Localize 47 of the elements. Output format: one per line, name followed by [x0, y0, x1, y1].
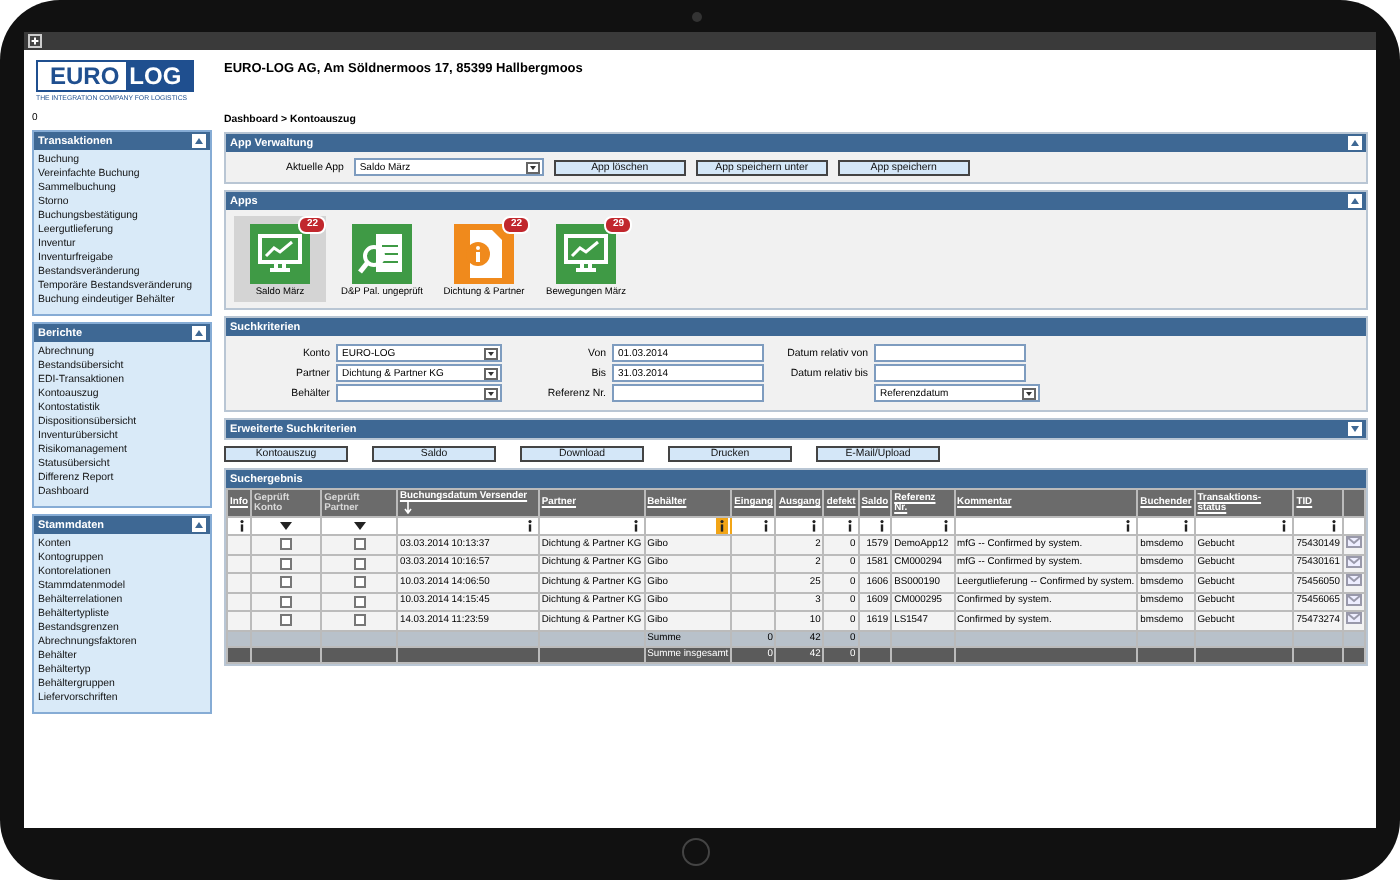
input-field[interactable]	[612, 384, 764, 402]
collapse-icon[interactable]	[1348, 194, 1362, 208]
input-field[interactable]	[874, 364, 1026, 382]
mail-icon[interactable]	[1345, 593, 1362, 606]
info-icon[interactable]	[716, 518, 729, 534]
expand-icon[interactable]	[1348, 422, 1362, 436]
dropdown-arrow-icon[interactable]	[353, 522, 366, 530]
input-field[interactable]	[874, 344, 1026, 362]
checkbox[interactable]	[353, 576, 366, 589]
dropdown-arrow-icon[interactable]	[280, 522, 293, 530]
info-icon[interactable]	[1278, 518, 1291, 534]
info-icon[interactable]	[760, 518, 773, 534]
collapse-icon[interactable]	[1348, 136, 1362, 150]
info-icon[interactable]	[629, 518, 642, 534]
collapse-icon[interactable]	[192, 326, 206, 340]
caret-icon	[1022, 387, 1036, 399]
collapse-icon[interactable]	[192, 134, 206, 148]
info-icon[interactable]	[843, 518, 856, 534]
info-icon[interactable]	[939, 518, 952, 534]
mail-icon[interactable]	[1345, 555, 1362, 568]
checkbox[interactable]	[280, 595, 293, 608]
info-icon[interactable]	[523, 518, 536, 534]
checkbox[interactable]	[280, 538, 293, 551]
mail-icon[interactable]	[1345, 612, 1362, 625]
logo-text: LOG	[125, 62, 192, 90]
caret-icon	[484, 347, 498, 359]
info-icon[interactable]	[235, 518, 248, 534]
checkbox[interactable]	[280, 614, 293, 627]
info-icon[interactable]	[808, 518, 821, 534]
mail-icon[interactable]	[1345, 574, 1362, 587]
info-icon[interactable]	[1327, 518, 1340, 534]
checkbox[interactable]	[280, 576, 293, 589]
caret-icon	[484, 367, 498, 379]
caret-icon	[525, 161, 540, 173]
checkbox[interactable]	[353, 595, 366, 608]
checkbox[interactable]	[353, 538, 366, 551]
camera-icon	[692, 12, 702, 22]
collapse-icon[interactable]	[192, 518, 206, 532]
select-field[interactable]	[336, 384, 502, 402]
info-icon[interactable]	[1122, 518, 1135, 534]
plus-icon[interactable]	[28, 34, 42, 48]
caret-icon	[484, 387, 498, 399]
info-icon[interactable]	[1179, 518, 1192, 534]
checkbox[interactable]	[353, 614, 366, 627]
checkbox[interactable]	[353, 557, 366, 570]
info-icon[interactable]	[876, 518, 889, 534]
checkbox[interactable]	[280, 557, 293, 570]
